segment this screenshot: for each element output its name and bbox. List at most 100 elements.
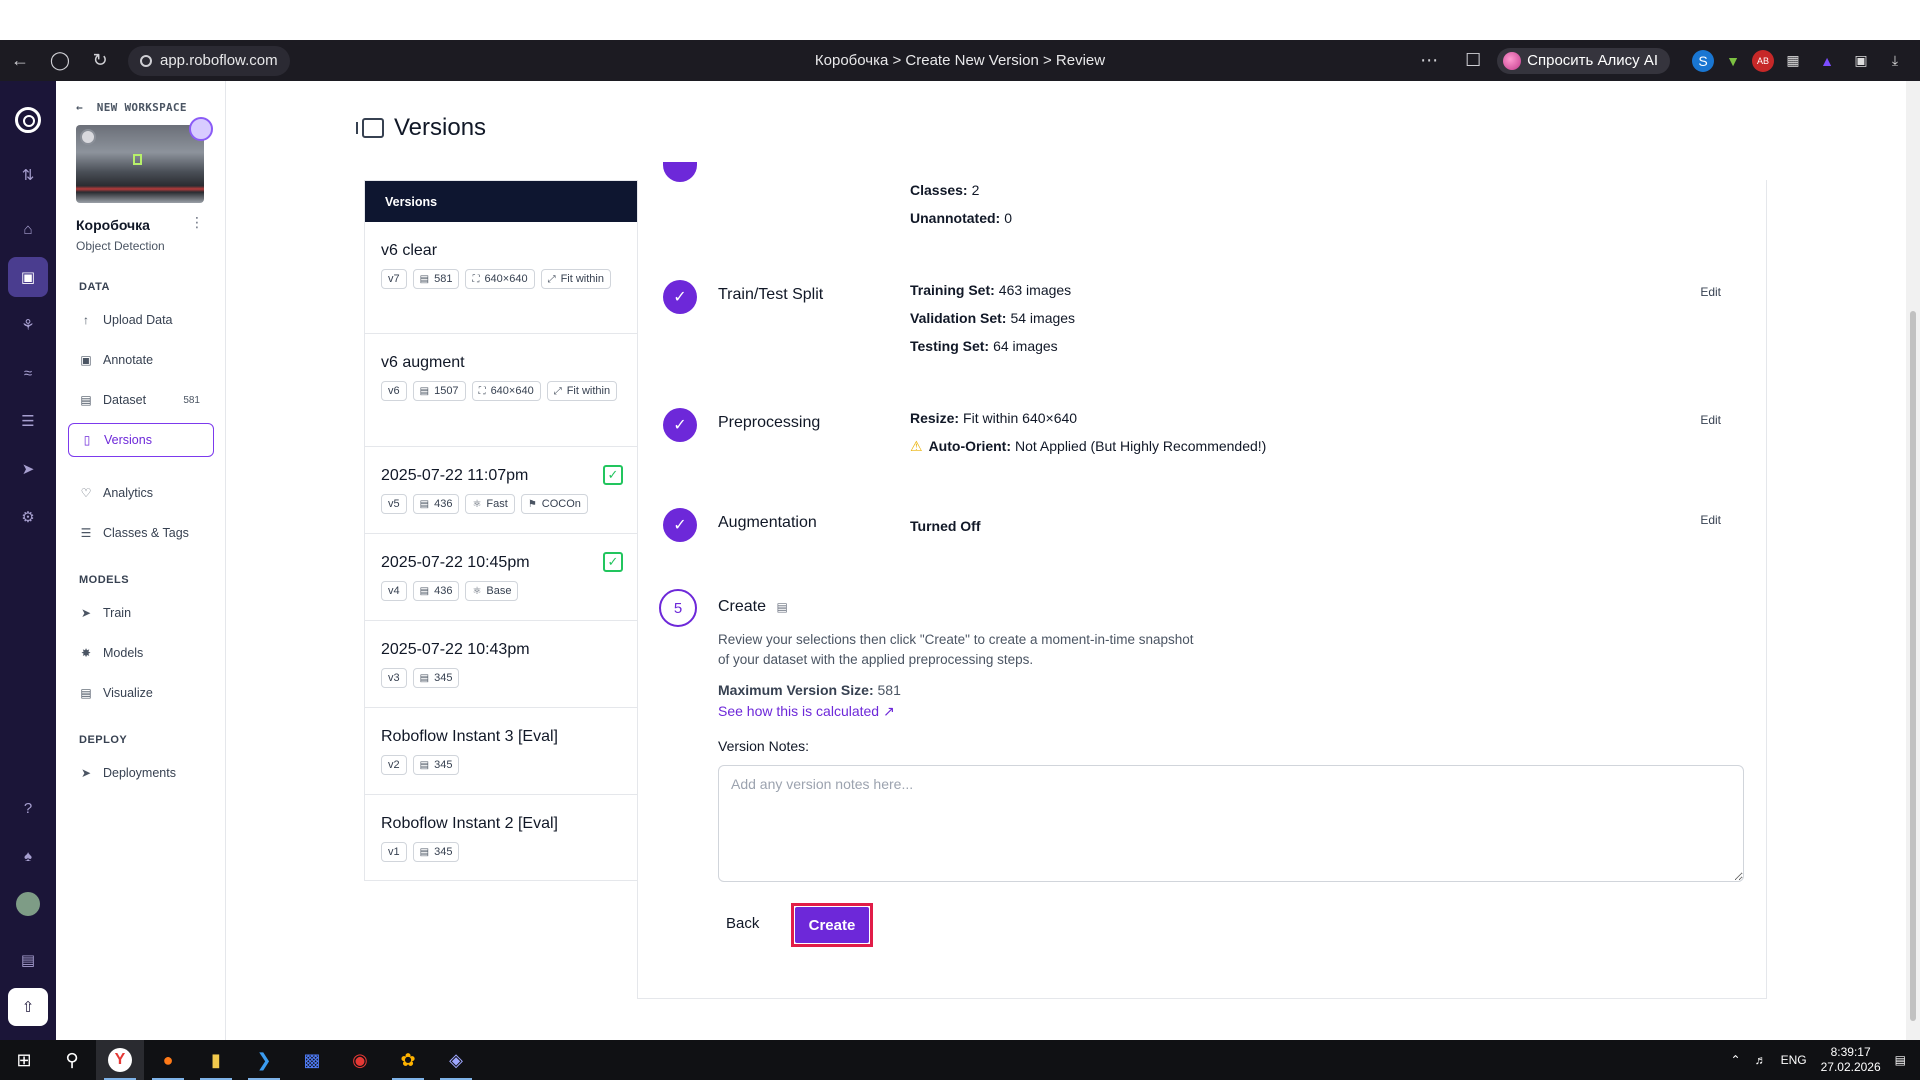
back-arrow-icon[interactable]: ← [0,40,40,81]
extension-grid-icon[interactable]: ▦ [1778,46,1808,76]
app-icon[interactable]: ◈ [432,1040,480,1080]
rocket-icon: ➤ [80,766,92,780]
sidebar-item-train[interactable]: ➤ Train [68,596,214,630]
edit-split-link[interactable]: Edit [1700,285,1721,299]
page-title: Versions [394,114,487,141]
version-item[interactable]: v6 clear v7 ▤ 581 ⛶ 640×640 ⤢ Fit within [365,222,637,334]
sidebar-item-deployments[interactable]: ➤ Deployments [68,756,214,790]
sidebar-item-upload-data[interactable]: ↑ Upload Data [68,303,214,337]
reload-icon[interactable]: ↻ [80,40,120,81]
preprocessing-step-title: Preprocessing [718,414,821,431]
roboflow-logo-icon[interactable] [15,107,41,133]
version-item[interactable]: Roboflow Instant 3 [Eval] v2 ▤ 345 [365,708,637,795]
paint-icon[interactable]: ✿ [384,1040,432,1080]
yandex-browser-icon[interactable]: Y [96,1040,144,1080]
export-icon[interactable]: ⇧ [8,988,48,1026]
image-count-tag: ▤ 1507 [412,381,466,401]
project-name: Коробочка [76,217,150,233]
help-icon[interactable]: ? [8,788,48,828]
taskbar: ⊞ ⚲ Y ● ▮ ❯ ▩ ◉ ✿ ◈ ⌃ ♬ ENG 8:39:17 27.0… [0,1040,1920,1080]
unannotated-row: Unannotated: 0 [910,210,1013,226]
alice-button[interactable]: Спросить Алису AI [1497,47,1670,74]
create-button[interactable]: Create [795,907,869,943]
chevron-up-icon[interactable]: ⌃ [1731,1053,1741,1067]
back-button[interactable]: Back [726,915,759,932]
version-tag: v7 [381,269,407,289]
version-notes-label: Version Notes: [718,738,810,754]
version-item[interactable]: 2025-07-22 11:07pm ✓ v5 ▤ 436 ⚛ Fast ⚑ COCO… [365,447,637,534]
sidebar-item-visualize[interactable]: ▤ Visualize [68,676,214,710]
more-icon[interactable]: ⋯ [1409,40,1449,81]
sidebar-item-label: Dataset [103,393,147,407]
address-bar[interactable]: app.roboflow.com [128,45,290,76]
extension-ab-icon[interactable]: AB [1752,49,1774,72]
yandex-icon[interactable]: ◯ [40,40,80,81]
analytics-icon: ♡ [80,486,92,500]
file-explorer-icon[interactable]: ▮ [192,1040,240,1080]
scrollbar-thumb[interactable] [1910,311,1916,1021]
project-avatar[interactable] [189,117,213,141]
version-item[interactable]: v6 augment v6 ▤ 1507 ⛶ 640×640 ⤢ Fit within [365,334,637,447]
deploy-rocket-icon[interactable]: ➤ [8,449,48,489]
fit-icon: ⤢ [553,385,562,397]
source-step-indicator [663,162,697,182]
extension-download-icon[interactable]: ▼ [1718,46,1748,76]
version-tag: v3 [381,668,407,688]
version-item[interactable]: 2025-07-22 10:45pm ✓ v4 ▤ 436 ⚛ Base [365,534,637,621]
sidebar-item-analytics[interactable]: ♡ Analytics [68,476,214,510]
sidebar-item-annotate[interactable]: ▣ Annotate [68,343,214,377]
home-icon[interactable]: ⌂ [8,209,48,249]
workflows-icon[interactable]: ⚘ [8,305,48,345]
windows-start-icon[interactable]: ⊞ [0,1040,48,1080]
stack-icon[interactable]: ☰ [8,401,48,441]
project-thumbnail[interactable] [76,125,204,203]
extension-hat-icon[interactable]: ▲ [1812,46,1842,76]
image-count-tag: ▤ 436 [412,494,460,514]
red-app-icon[interactable]: ◉ [336,1040,384,1080]
version-notes-input[interactable] [718,765,1744,882]
firefox-icon[interactable]: ● [144,1040,192,1080]
chart-app-icon[interactable]: ▩ [288,1040,336,1080]
vscode-icon[interactable]: ❯ [240,1040,288,1080]
clock-time: 8:39:17 [1830,1045,1871,1059]
image-count-tag: ▤ 345 [412,842,460,862]
avatar[interactable] [8,884,48,924]
clock[interactable]: 8:39:17 27.02.2026 [1821,1045,1881,1075]
site-info-icon[interactable] [140,54,152,67]
downloads-icon[interactable]: ⤓ [1880,46,1910,76]
edit-augmentation-link[interactable]: Edit [1700,513,1721,527]
sidebar-item-models[interactable]: ✸ Models [68,636,214,670]
bookmark-icon[interactable]: ☐ [1453,40,1493,81]
alice-icon [1503,51,1522,70]
dataset-count: 581 [183,394,200,406]
language-indicator[interactable]: ENG [1781,1053,1807,1067]
browser-toolbar: ← ◯ ↻ app.roboflow.com Коробочка > Creat… [0,40,1920,81]
project-menu-icon[interactable]: ⋮ [190,214,204,231]
calculation-link[interactable]: See how this is calculated ↗ [718,703,895,720]
copy-icon[interactable]: ▤ [776,600,787,614]
notifications-icon[interactable]: ▤ [1895,1053,1906,1067]
switch-icon[interactable]: ⇅ [8,155,48,195]
extension-shazam-icon[interactable]: S [1692,49,1714,72]
sidebar-item-dataset[interactable]: ▤ Dataset 581 [68,383,214,417]
collections-icon[interactable]: ▣ [1846,46,1876,76]
volume-muted-icon[interactable]: ♬ [1755,1053,1767,1067]
monitoring-icon[interactable]: ≈ [8,353,48,393]
settings-icon[interactable]: ⚙ [8,497,48,537]
version-item[interactable]: 2025-07-22 10:43pm v3 ▤ 345 [365,621,637,708]
version-item[interactable]: Roboflow Instant 2 [Eval] v1 ▤ 345 [365,795,637,881]
page-scrollbar[interactable] [1906,81,1920,1040]
image-icon: ▤ [419,846,430,858]
model-tag: ⚛ Fast [465,494,515,514]
top-blank-area [0,0,1920,40]
sidebar-item-classes-tags[interactable]: ☰ Classes & Tags [68,516,214,550]
training-set-row: Training Set: 463 images [910,282,1072,298]
docs-icon[interactable]: ▤ [8,940,48,980]
search-icon[interactable]: ⚲ [48,1040,96,1080]
bell-icon[interactable]: ♠ [8,836,48,876]
back-to-workspace-link[interactable]: ← NEW WORKSPACE [76,101,187,114]
sidebar-item-versions[interactable]: ▯ Versions [68,423,214,457]
edit-preprocessing-link[interactable]: Edit [1700,413,1721,427]
version-name: 2025-07-22 10:43pm [381,641,530,658]
projects-icon[interactable]: ▣ [8,257,48,297]
